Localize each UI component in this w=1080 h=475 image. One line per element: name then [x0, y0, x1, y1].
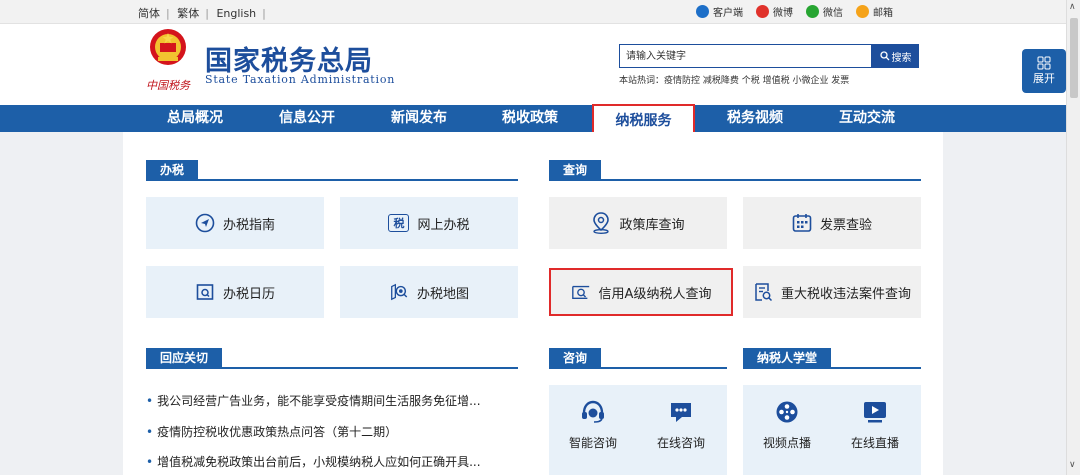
- search-icon: [879, 51, 889, 61]
- news-item[interactable]: 增值税减免税政策出台前后，小规模纳税人应如何正确开具...: [146, 453, 480, 470]
- top-bar: 简体 | 繁体 | English | 客户端 微博 微信 邮箱: [0, 0, 1066, 24]
- mail-icon: [856, 5, 869, 18]
- tax-badge-icon: 税: [388, 214, 410, 232]
- tile-tax-map[interactable]: 办税地图: [340, 266, 518, 318]
- tile-invoice-check[interactable]: 发票查验: [743, 197, 921, 249]
- document-search-icon: [571, 282, 591, 302]
- section-title-chaxun: 查询: [549, 160, 602, 180]
- scroll-up-arrow-icon[interactable]: ∧: [1069, 2, 1076, 12]
- site-header: 中国税务 国家税务总局 State Taxation Administratio…: [0, 24, 1066, 105]
- main-nav: 总局概况 信息公开 新闻发布 税收政策 纳税服务 税务视频 互动交流: [0, 104, 1066, 138]
- map-search-icon: [389, 282, 409, 302]
- section-title-xuetang: 纳税人学堂: [743, 348, 832, 368]
- lang-traditional-link[interactable]: 繁体: [177, 7, 199, 20]
- client-link[interactable]: 客户端: [696, 4, 743, 19]
- report-search-icon: [753, 282, 773, 302]
- tile-credit-a-search[interactable]: 信用A级纳税人查询: [549, 268, 733, 316]
- smart-consult-button[interactable]: 智能咨询: [558, 400, 628, 451]
- weibo-link[interactable]: 微博: [756, 4, 793, 19]
- news-item[interactable]: 我公司经营广告业务，能不能享受疫情期间生活服务免征增...: [146, 392, 480, 409]
- client-icon: [696, 5, 709, 18]
- tile-tax-calendar[interactable]: 办税日历: [146, 266, 324, 318]
- grid-icon: [1037, 56, 1051, 70]
- divider: [743, 367, 921, 369]
- section-title-zixun: 咨询: [549, 348, 602, 368]
- video-on-demand-button[interactable]: 视频点播: [752, 400, 822, 451]
- divider: [146, 367, 518, 369]
- mail-link[interactable]: 邮箱: [856, 4, 893, 19]
- scroll-thumb[interactable]: [1070, 18, 1078, 98]
- nav-item-policy[interactable]: 税收政策: [485, 105, 575, 132]
- nav-item-interact[interactable]: 互动交流: [822, 105, 912, 132]
- nav-item-overview[interactable]: 总局概况: [150, 105, 240, 132]
- weibo-icon: [756, 5, 769, 18]
- lang-simplified-link[interactable]: 简体: [138, 7, 160, 20]
- chat-bubble-icon: [668, 400, 694, 424]
- hot-words[interactable]: 本站热词：疫情防控 减税降费 个税 增值税 小微企业 发票: [619, 73, 849, 86]
- search-input[interactable]: [619, 44, 872, 68]
- nav-item-info[interactable]: 信息公开: [262, 105, 352, 132]
- lang-english-link[interactable]: English: [216, 7, 256, 20]
- language-switcher: 简体 | 繁体 | English |: [138, 7, 266, 20]
- calendar-icon: [792, 213, 812, 233]
- national-emblem-icon[interactable]: [148, 27, 188, 67]
- live-stream-button[interactable]: 在线直播: [840, 400, 910, 451]
- tile-policy-search[interactable]: 政策库查询: [549, 197, 727, 249]
- divider: [146, 179, 518, 181]
- film-reel-icon: [774, 400, 800, 424]
- wechat-link[interactable]: 微信: [806, 4, 843, 19]
- play-screen-icon: [862, 400, 888, 424]
- tile-online-tax[interactable]: 税 网上办税: [340, 197, 518, 249]
- section-title-huiying: 回应关切: [146, 348, 223, 368]
- calendar-search-icon: [195, 282, 215, 302]
- navigation-arrow-icon: [195, 213, 215, 233]
- news-item[interactable]: 疫情防控税收优惠政策热点问答（第十二期）: [146, 423, 397, 440]
- tile-violation-search[interactable]: 重大税收违法案件查询: [743, 266, 921, 318]
- nav-item-news[interactable]: 新闻发布: [374, 105, 464, 132]
- seal-text: 中国税务: [146, 79, 190, 92]
- expand-button[interactable]: 展开: [1022, 49, 1066, 93]
- location-pin-icon: [591, 212, 611, 234]
- search-bar: 搜索: [619, 44, 919, 68]
- headset-icon: [580, 400, 606, 424]
- search-button[interactable]: 搜索: [872, 44, 919, 68]
- divider: [549, 367, 727, 369]
- scroll-down-arrow-icon[interactable]: ∨: [1069, 460, 1076, 470]
- online-consult-button[interactable]: 在线咨询: [646, 400, 716, 451]
- nav-item-video[interactable]: 税务视频: [710, 105, 800, 132]
- tile-tax-guide[interactable]: 办税指南: [146, 197, 324, 249]
- divider: [549, 179, 921, 181]
- scrollbar[interactable]: ∧ ∨: [1066, 0, 1080, 475]
- wechat-icon: [806, 5, 819, 18]
- site-title-en: State Taxation Administration: [205, 73, 396, 86]
- section-title-banshui: 办税: [146, 160, 199, 180]
- social-links: 客户端 微博 微信 邮箱: [696, 4, 893, 19]
